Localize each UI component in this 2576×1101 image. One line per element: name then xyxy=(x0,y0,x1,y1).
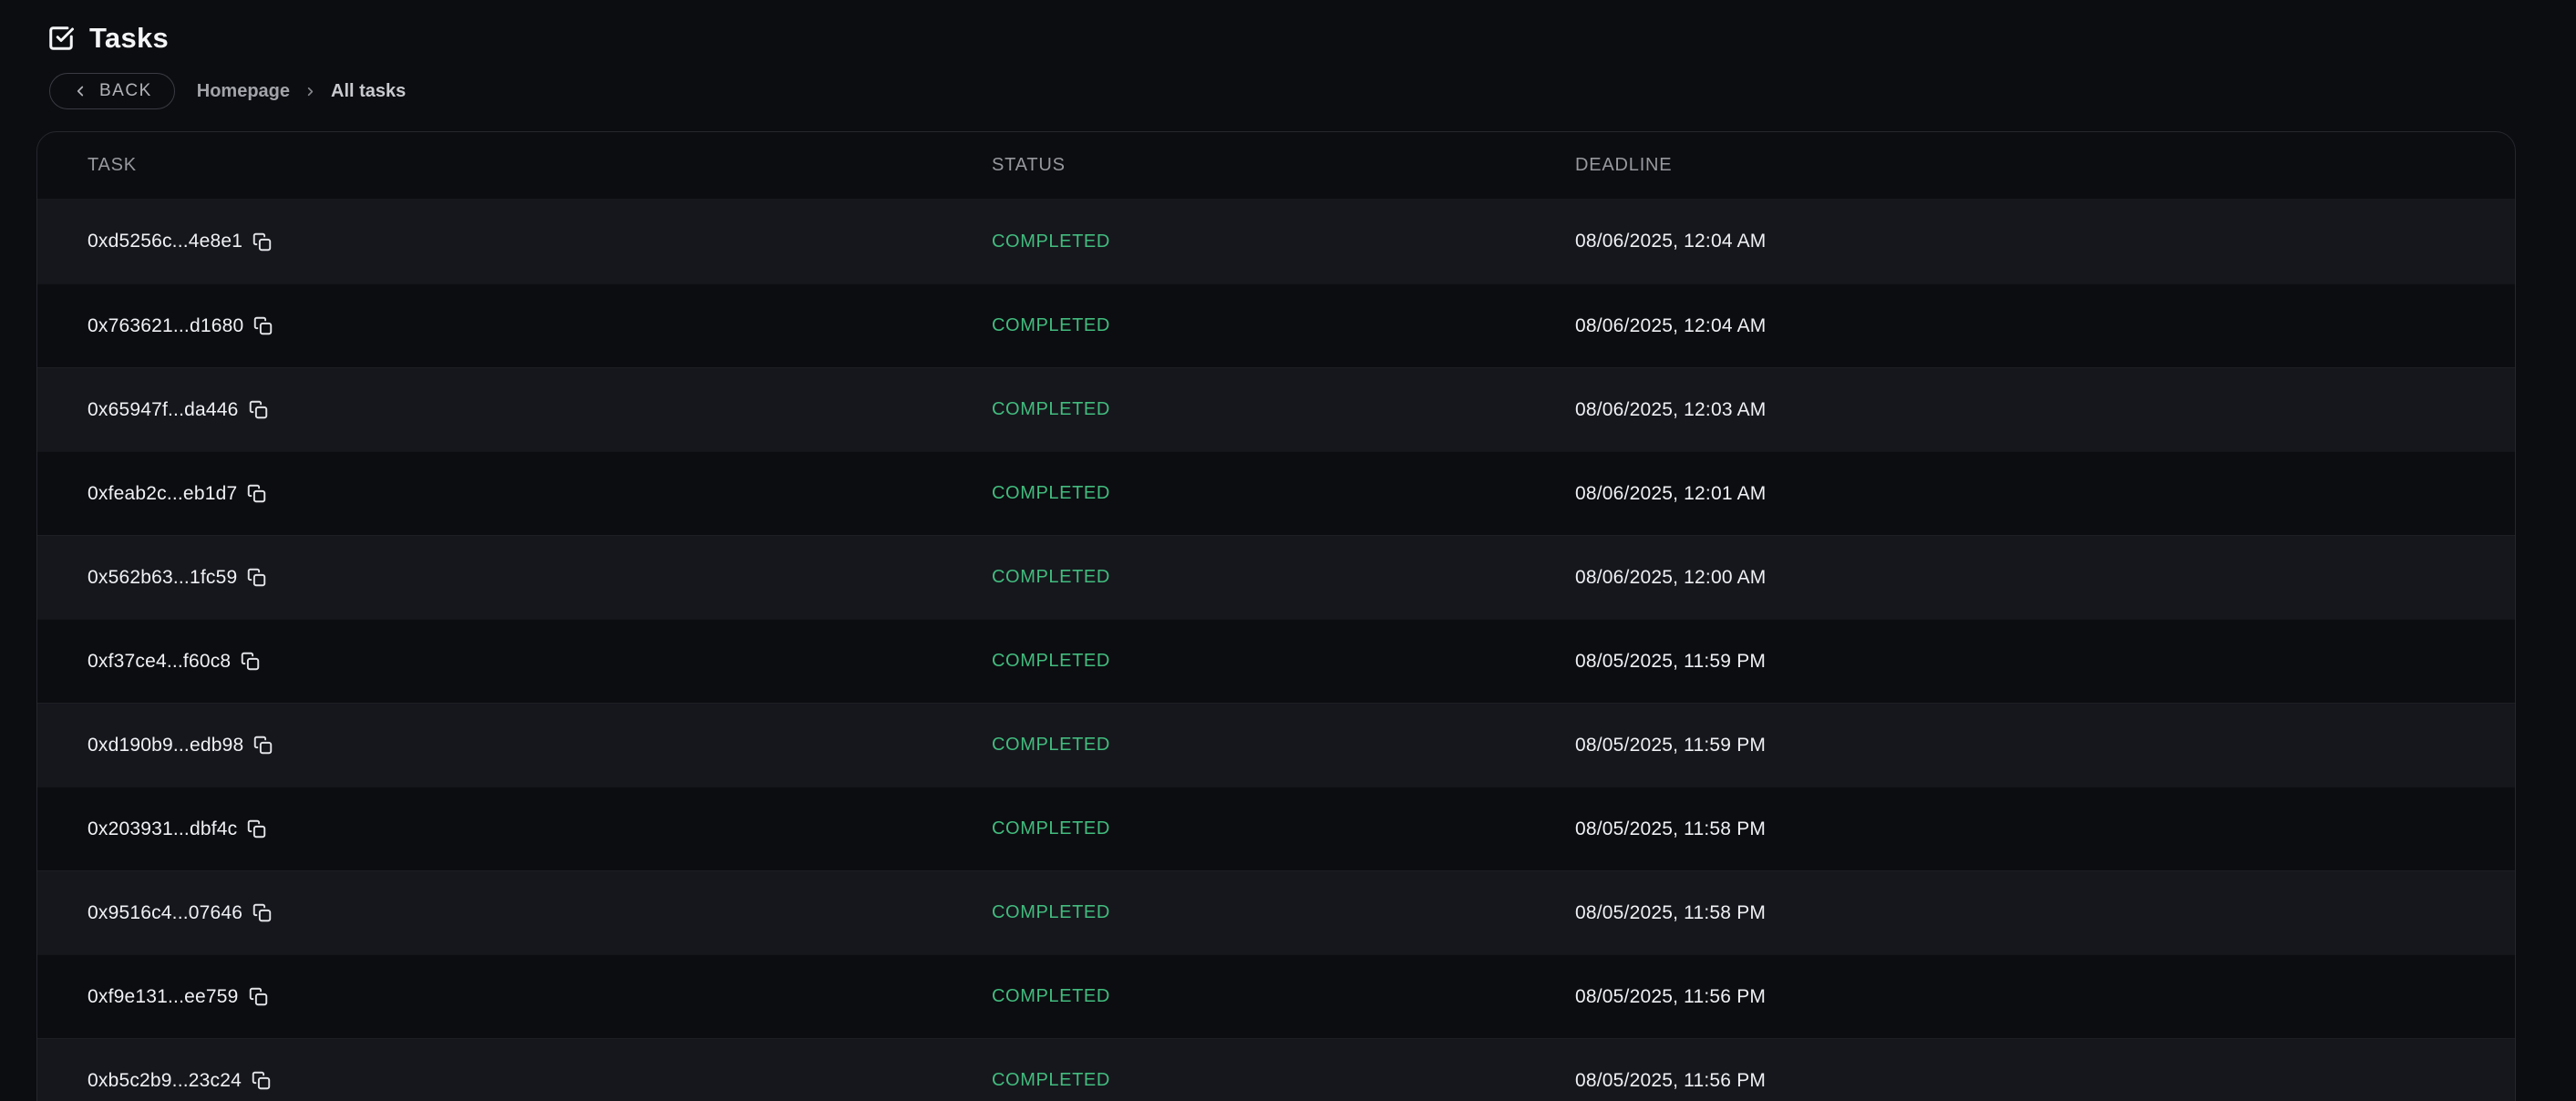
task-cell: 0xb5c2b9...23c24 xyxy=(88,1070,992,1092)
task-hash: 0xfeab2c...eb1d7 xyxy=(88,483,237,505)
task-status: COMPLETED xyxy=(992,735,1575,756)
task-hash: 0xd190b9...edb98 xyxy=(88,735,243,756)
breadcrumb: Homepage All tasks xyxy=(197,81,407,102)
page-title: Tasks xyxy=(89,22,169,55)
nav-row: BACK Homepage All tasks xyxy=(49,73,2576,109)
table-row: 0x763621...d1680 COMPLETED 08/06/2025, 1… xyxy=(37,283,2515,367)
table-row: 0x562b63...1fc59 COMPLETED 08/06/2025, 1… xyxy=(37,535,2515,619)
task-cell: 0x65947f...da446 xyxy=(88,399,992,421)
task-cell: 0xf37ce4...f60c8 xyxy=(88,651,992,673)
page-header: Tasks xyxy=(0,0,2576,55)
back-button[interactable]: BACK xyxy=(49,73,175,109)
check-square-icon xyxy=(47,25,75,52)
task-status: COMPLETED xyxy=(992,986,1575,1007)
task-deadline: 08/06/2025, 12:01 AM xyxy=(1575,483,2515,505)
copy-icon[interactable] xyxy=(247,484,266,503)
table-header-row: TASK STATUS DEADLINE xyxy=(37,132,2515,200)
table-row: 0xb5c2b9...23c24 COMPLETED 08/05/2025, 1… xyxy=(37,1038,2515,1101)
task-cell: 0xd5256c...4e8e1 xyxy=(88,231,992,252)
task-deadline: 08/06/2025, 12:04 AM xyxy=(1575,315,2515,337)
copy-icon[interactable] xyxy=(247,819,266,839)
task-hash: 0xf9e131...ee759 xyxy=(88,986,239,1008)
table-row: 0xfeab2c...eb1d7 COMPLETED 08/06/2025, 1… xyxy=(37,451,2515,535)
task-hash: 0x763621...d1680 xyxy=(88,315,243,337)
task-cell: 0xd190b9...edb98 xyxy=(88,735,992,756)
task-hash: 0xd5256c...4e8e1 xyxy=(88,231,242,252)
task-hash: 0x9516c4...07646 xyxy=(88,902,242,924)
task-deadline: 08/06/2025, 12:04 AM xyxy=(1575,231,2515,252)
column-header-deadline: DEADLINE xyxy=(1575,155,2515,176)
task-deadline: 08/05/2025, 11:59 PM xyxy=(1575,651,2515,673)
breadcrumb-homepage[interactable]: Homepage xyxy=(197,81,290,102)
task-status: COMPLETED xyxy=(992,818,1575,839)
task-deadline: 08/06/2025, 12:00 AM xyxy=(1575,567,2515,589)
task-status: COMPLETED xyxy=(992,483,1575,504)
table-row: 0xf9e131...ee759 COMPLETED 08/05/2025, 1… xyxy=(37,954,2515,1038)
copy-icon[interactable] xyxy=(253,736,273,755)
table-row: 0x203931...dbf4c COMPLETED 08/05/2025, 1… xyxy=(37,787,2515,870)
tasks-table: TASK STATUS DEADLINE 0xd5256c...4e8e1 CO… xyxy=(36,131,2516,1101)
copy-icon[interactable] xyxy=(252,903,272,922)
copy-icon[interactable] xyxy=(252,1071,271,1090)
table-row: 0xd5256c...4e8e1 COMPLETED 08/06/2025, 1… xyxy=(37,200,2515,283)
task-hash: 0xb5c2b9...23c24 xyxy=(88,1070,242,1092)
task-cell: 0xfeab2c...eb1d7 xyxy=(88,483,992,505)
back-button-label: BACK xyxy=(99,81,152,101)
chevron-right-icon xyxy=(304,85,317,98)
task-deadline: 08/05/2025, 11:56 PM xyxy=(1575,1070,2515,1092)
task-cell: 0x203931...dbf4c xyxy=(88,818,992,840)
tasks-page: Tasks BACK Homepage All tasks TASK STATU… xyxy=(0,0,2576,1101)
task-status: COMPLETED xyxy=(992,232,1575,252)
task-cell: 0x9516c4...07646 xyxy=(88,902,992,924)
task-status: COMPLETED xyxy=(992,902,1575,923)
task-hash: 0x203931...dbf4c xyxy=(88,818,237,840)
task-hash: 0x65947f...da446 xyxy=(88,399,239,421)
copy-icon[interactable] xyxy=(241,652,260,671)
table-row: 0xd190b9...edb98 COMPLETED 08/05/2025, 1… xyxy=(37,703,2515,787)
copy-icon[interactable] xyxy=(253,316,273,335)
column-header-task: TASK xyxy=(88,155,992,176)
task-status: COMPLETED xyxy=(992,1070,1575,1091)
copy-icon[interactable] xyxy=(252,232,272,252)
task-hash: 0x562b63...1fc59 xyxy=(88,567,237,589)
task-cell: 0x763621...d1680 xyxy=(88,315,992,337)
task-deadline: 08/05/2025, 11:59 PM xyxy=(1575,735,2515,756)
task-cell: 0xf9e131...ee759 xyxy=(88,986,992,1008)
copy-icon[interactable] xyxy=(249,987,268,1006)
table-body: 0xd5256c...4e8e1 COMPLETED 08/06/2025, 1… xyxy=(37,200,2515,1101)
breadcrumb-all-tasks: All tasks xyxy=(331,81,406,102)
copy-icon[interactable] xyxy=(247,568,266,587)
task-status: COMPLETED xyxy=(992,567,1575,588)
task-hash: 0xf37ce4...f60c8 xyxy=(88,651,231,673)
column-header-status: STATUS xyxy=(992,155,1575,176)
task-deadline: 08/06/2025, 12:03 AM xyxy=(1575,399,2515,421)
task-status: COMPLETED xyxy=(992,399,1575,420)
task-deadline: 08/05/2025, 11:56 PM xyxy=(1575,986,2515,1008)
chevron-left-icon xyxy=(72,83,88,99)
task-status: COMPLETED xyxy=(992,651,1575,672)
task-deadline: 08/05/2025, 11:58 PM xyxy=(1575,818,2515,840)
table-row: 0xf37ce4...f60c8 COMPLETED 08/05/2025, 1… xyxy=(37,619,2515,703)
task-status: COMPLETED xyxy=(992,315,1575,336)
table-row: 0x65947f...da446 COMPLETED 08/06/2025, 1… xyxy=(37,367,2515,451)
task-cell: 0x562b63...1fc59 xyxy=(88,567,992,589)
task-deadline: 08/05/2025, 11:58 PM xyxy=(1575,902,2515,924)
table-row: 0x9516c4...07646 COMPLETED 08/05/2025, 1… xyxy=(37,870,2515,954)
copy-icon[interactable] xyxy=(249,400,268,419)
